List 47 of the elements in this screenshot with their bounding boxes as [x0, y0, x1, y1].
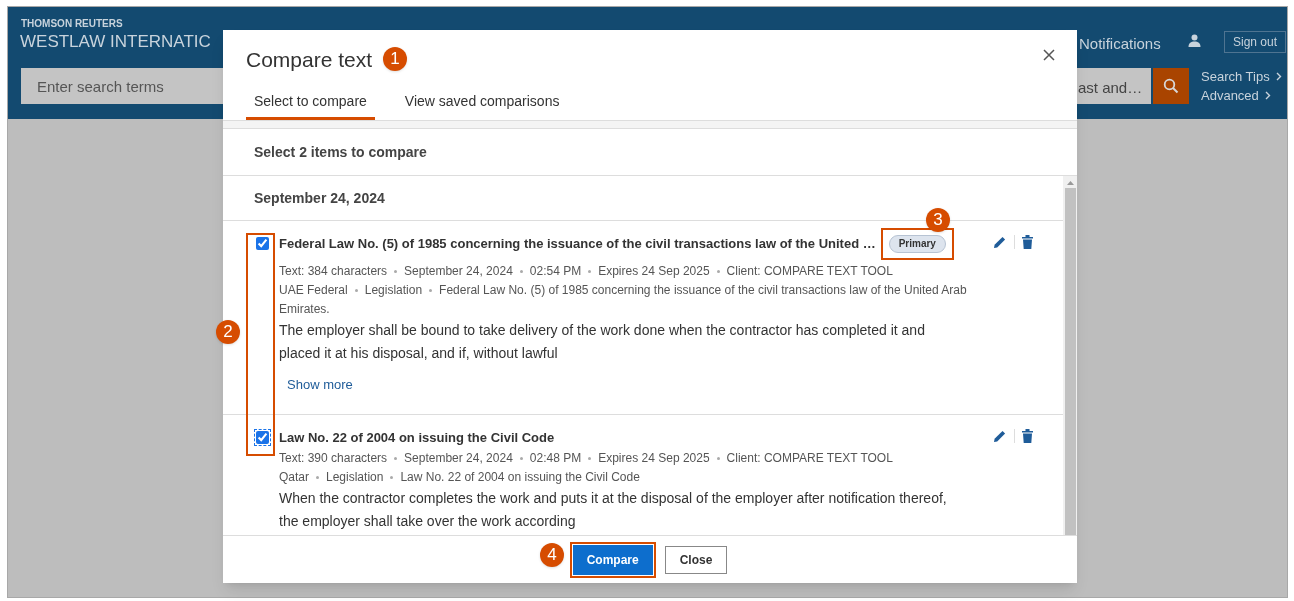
tab[interactable]: View saved comparisons: [396, 86, 568, 120]
user-icon[interactable]: [1188, 34, 1201, 47]
pencil-icon: [993, 429, 1007, 443]
source-line: Qatar Legislation Law No. 22 of 2004 on issuing the Civil Code: [279, 469, 641, 486]
pencil-icon: [993, 235, 1007, 249]
group-date: September 24, 2024: [254, 188, 385, 208]
meta-text: Client: COMPARE TEXT TOOL: [726, 450, 893, 467]
search-scope-text: ast and…: [1078, 78, 1143, 98]
notifications-link[interactable]: Notifications: [1079, 33, 1161, 56]
item-checkbox[interactable]: [254, 429, 271, 446]
source-line: UAE Federal Legislation Federal Law No. (5) of 1985 concerning the issuance of the civil transactions law of the United Arab Emirates.: [279, 282, 968, 318]
edit-button[interactable]: [993, 429, 1015, 443]
brand-title: WESTLAW INTERNATIC: [20, 31, 211, 53]
delete-button[interactable]: [1022, 429, 1033, 443]
trash-icon: [1022, 235, 1033, 249]
search-button[interactable]: [1153, 68, 1189, 104]
trash-icon: [1022, 429, 1033, 443]
show-more-link[interactable]: Show more: [287, 375, 353, 395]
item-checkbox[interactable]: [254, 235, 271, 252]
scrollbar[interactable]: [1063, 176, 1077, 535]
close-button[interactable]: [1043, 48, 1057, 62]
close-icon: [1043, 49, 1055, 61]
meta-text: Text: 390 characters: [279, 450, 388, 467]
item-title[interactable]: Law No. 22 of 2004 on issuing the Civil Code: [279, 429, 555, 447]
meta-text: 02:54 PM: [529, 263, 582, 280]
edit-button[interactable]: [993, 235, 1015, 249]
search-icon: [1163, 78, 1179, 94]
primary-badge: Primary: [888, 235, 946, 253]
meta-text: 02:48 PM: [529, 450, 582, 467]
dialog-title: Compare text: [246, 47, 373, 73]
meta-text: Expires 24 Sep 2025: [598, 450, 710, 467]
sign-out-button[interactable]: Sign out: [1224, 31, 1287, 53]
instruction-text: Select 2 items to compare: [254, 142, 427, 162]
close-dialog-button[interactable]: Close: [664, 545, 728, 574]
meta-text: September 24, 2024: [404, 263, 513, 280]
meta-text: Expires 24 Sep 2025: [598, 263, 710, 280]
excerpt-text: When the contractor completes the work and puts it at the disposal of the employer after notification thereof, the employer shall take over the work according: [279, 489, 948, 531]
meta-text: Text: 384 characters: [279, 263, 388, 280]
brand-label: THOMSON REUTERS: [21, 17, 123, 31]
delete-button[interactable]: [1022, 235, 1033, 249]
header-link[interactable]: Advanced: [1201, 86, 1271, 106]
compare-button[interactable]: Compare: [572, 544, 653, 575]
item-title[interactable]: Federal Law No. (5) of 1985 concerning the issuance of the civil transactions law of the United …: [279, 235, 876, 253]
meta-text: Client: COMPARE TEXT TOOL: [726, 263, 893, 280]
excerpt-text: The employer shall be bound to take delivery of the work done when the contractor has completed it and placed it at his disposal, and if, without lawful: [279, 321, 926, 363]
meta-text: September 24, 2024: [404, 450, 513, 467]
header-link[interactable]: Search Tips: [1201, 67, 1282, 87]
